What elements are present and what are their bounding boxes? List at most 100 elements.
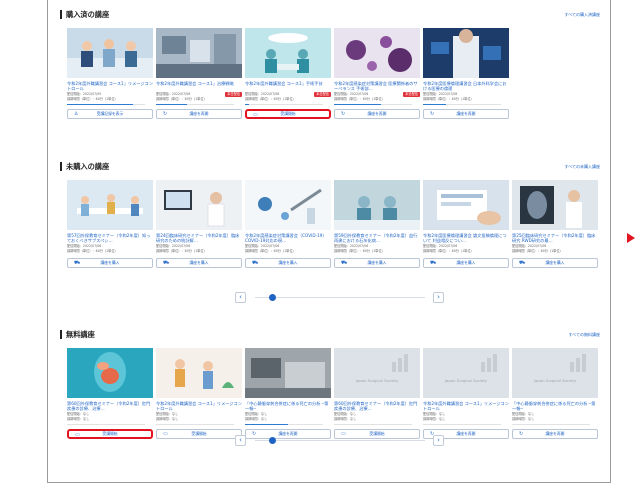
course-action-button[interactable]: ⛟ 講座を購入 [156,257,242,268]
course-title[interactable]: 令和2年度医療倫理講習会 論文投稿倫理について 利益相反につい… [423,233,509,244]
refresh-icon: ↻ [430,110,435,117]
course-title[interactable]: 「中心静脈穿刺合併症に係る死亡の分析 ─第一報─ [245,401,331,412]
cart-icon: ⛟ [341,259,348,266]
course-card[interactable]: 令和2年度医療倫理講習会 論文投稿倫理について 利益相反につい… 配信開始：202… [423,180,509,268]
course-thumbnail[interactable] [334,180,420,230]
course-title[interactable]: 令和2年度外職講習会 コース1」リメージコントロール [423,401,509,412]
course-title[interactable]: 令和2年度外職講習会 コース1」治療戦略 [156,81,242,92]
view-all-link[interactable]: すべての無料講座 [568,332,600,338]
course-credits: 講師時間（単位）：60分（1単位） [245,96,296,101]
course-title[interactable]: 令和2年度医療倫理講習会 日本外科学会における医療の倫理 [423,81,509,92]
course-thumbnail[interactable] [423,180,509,230]
purchased-section: 購入済の講座 すべての購入済講座令和2年度外職講習会 コース1」リメージコントロー… [60,10,600,119]
course-title[interactable]: 令和2年度感染症対策講習会（COVID-19）COVID-19対応の現… [245,233,331,244]
course-title[interactable]: 令和2年度外職講習会 コース1」リメージコントロール [156,401,242,412]
course-title[interactable]: 第60回外保教育セミナー（令和2年度）肛門疾患の診療、治療… [67,401,153,412]
course-thumbnail[interactable] [423,28,509,78]
course-card[interactable]: 第24回臨床研究セミナー（令和2年度）臨床研究のための統計解… 配信開始：2022… [156,180,242,268]
course-thumbnail[interactable] [67,180,153,230]
view-all-link[interactable]: すべての未購入講座 [564,164,600,170]
section-header: 購入済の講座 すべての購入済講座 [60,10,600,22]
course-action-button[interactable]: ⛟ 講座を購入 [512,257,598,268]
carousel-position-dot[interactable] [269,437,276,444]
carousel-scroll-track[interactable] [255,440,425,441]
course-credits: 講師時間（単位）：60分（1単位） [67,96,118,101]
cart-icon: ⛟ [430,259,437,266]
course-card[interactable]: Japan Surgical Society 「中心静脈穿刺合併症に係る死亡の分析… [512,348,598,439]
user-icon: ♙ [74,110,79,117]
course-credits: 講師時間（単位）：60分（1単位） [423,248,474,253]
course-card[interactable]: 第25回臨床研究セミナー（令和2年度）臨床研究 RWD研究の最… 配信開始：202… [512,180,598,268]
course-card[interactable]: 令和2年度外職講習会 コース1」リメージコントロール 配信開始：2022/07/0… [67,28,153,119]
next-arrow-button[interactable]: › [433,435,444,446]
course-card[interactable]: 令和2年度感染症対策講習会 医療関係者のサーベランス 手術部… 配信開始：2022… [334,28,420,119]
free-section: 無料講座 すべての無料講座 第60回外保教育セミナー（令和2年度）肛門疾患の診療、治… [60,330,600,446]
course-action-button[interactable]: ↻ 講座を再開 [334,108,420,119]
course-card[interactable]: 令和2年度外職講習会 コース1」治療戦略 配信開始：2022/07/06 本日配信講… [156,28,242,119]
carousel-position-dot[interactable] [269,294,276,301]
course-thumbnail[interactable] [245,348,331,398]
course-action-button[interactable]: ⛟ 講座を購入 [245,257,331,268]
course-action-button[interactable]: ♙ 受講記録を表示 [67,108,153,119]
section-title: 購入済の講座 [60,10,109,19]
course-title[interactable]: 第57回外保教育セミナー（令和2年度）知っておくべきサブスペシ… [67,233,153,244]
course-card[interactable]: Japan Surgical Society 令和2年度外職講習会 コース1」リメ… [423,348,509,439]
course-card[interactable]: Japan Surgical Society 第60回外保教育セミナー（令和2年度… [334,348,420,439]
course-title[interactable]: 令和2年度外職講習会 コース1」リメージコントロール [67,81,153,92]
course-title[interactable]: 令和2年度外職講習会 コース1」手術手技 [245,81,331,92]
course-card[interactable]: 「中心静脈穿刺合併症に係る死亡の分析 ─第一報─ 配信開始：なし 講師時間：なし ↻ 講… [245,348,331,439]
course-title[interactable]: 第25回臨床研究セミナー（令和2年度）臨床研究 RWD研究の最… [512,233,598,244]
course-thumbnail[interactable]: Japan Surgical Society [423,348,509,398]
course-thumbnail[interactable]: Japan Surgical Society [512,348,598,398]
course-action-button[interactable]: ▭ 受講開始 [245,108,331,119]
course-thumbnail[interactable] [156,180,242,230]
course-credits: 講師時間（単位）：60分（1単位） [156,96,207,101]
course-action-button[interactable]: ↻ 講座を再開 [156,108,242,119]
course-title[interactable]: 第60回外保教育セミナー（令和2年度）肛門疾患の診療、治療… [334,401,420,412]
course-credits: 講師時間：なし [67,416,90,421]
course-credits: 講師時間：なし [245,416,268,421]
progress-fill [245,103,249,105]
course-thumbnail[interactable] [334,28,420,78]
course-card[interactable]: 令和2年度感染症対策講習会（COVID-19）COVID-19対応の現… 配信開始… [245,180,331,268]
course-thumbnail[interactable] [67,28,153,78]
progress-fill [334,103,381,105]
view-all-link[interactable]: すべての購入済講座 [564,12,600,18]
unpurchased-section: 未購入の講座 すべての未購入講座 第57回外保教育セミナー（令和2年度）知っておくべ… [60,162,600,303]
course-card[interactable]: 令和2年度外職講習会 コース1」リメージコントロール 配信開始：なし 講師時間：なし… [156,348,242,439]
course-thumbnail[interactable] [156,28,242,78]
course-thumbnail[interactable] [245,28,331,78]
course-card-list: 第57回外保教育セミナー（令和2年度）知っておくべきサブスペシ… 配信開始：202… [60,180,600,290]
course-title[interactable]: 令和2年度感染症対策講習会 医療関係者のサーベランス 手術部… [334,81,420,92]
next-arrow-button[interactable]: › [433,292,444,303]
button-label: 講座を購入 [278,259,298,265]
course-action-button[interactable]: ⛟ 講座を購入 [67,257,153,268]
course-thumbnail[interactable] [245,180,331,230]
progress-bar [423,103,501,105]
course-thumbnail[interactable]: Japan Surgical Society [334,348,420,398]
course-card[interactable]: 第57回外保教育セミナー（令和2年度）知っておくべきサブスペシ… 配信開始：202… [67,180,153,268]
course-title[interactable]: 第59回外保教育セミナー（令和2年度）血行再建における石灰化病… [334,233,420,244]
course-action-button[interactable]: ↻ 講座を再開 [423,108,509,119]
placeholder-logo: Japan Surgical Society [533,378,577,383]
course-credits: 講師時間：なし [423,416,446,421]
prev-arrow-button[interactable]: ‹ [235,292,246,303]
course-card[interactable]: 第60回外保教育セミナー（令和2年度）肛門疾患の診療、治療… 配信開始：なし 講師時… [67,348,153,439]
progress-fill [67,103,134,105]
course-card[interactable]: 第59回外保教育セミナー（令和2年度）血行再建における石灰化病… 配信開始：202… [334,180,420,268]
course-thumbnail[interactable] [67,348,153,398]
cart-icon: ⛟ [519,259,526,266]
course-thumbnail[interactable] [156,348,242,398]
course-action-button[interactable]: ⛟ 講座を購入 [334,257,420,268]
course-action-button[interactable]: ⛟ 講座を購入 [423,257,509,268]
course-credits: 講師時間（単位）：60分（1単位） [67,248,118,253]
course-title[interactable]: 「中心静脈穿刺合併症に係る死亡の分析 ─第一報─ [512,401,598,412]
course-list-page: 購入済の講座 すべての購入済講座令和2年度外職講習会 コース1」リメージコントロー… [47,0,611,483]
progress-bar [245,103,323,105]
course-card[interactable]: 令和2年度医療倫理講習会 日本外科学会における医療の倫理 配信開始：2022/07… [423,28,509,119]
course-card[interactable]: 令和2年度外職講習会 コース1」手術手技 配信開始：2022/07/06 本日配信講… [245,28,331,119]
course-thumbnail[interactable] [512,180,598,230]
prev-arrow-button[interactable]: ‹ [235,435,246,446]
carousel-scroll-track[interactable] [255,297,425,298]
course-title[interactable]: 第24回臨床研究セミナー（令和2年度）臨床研究のための統計解… [156,233,242,244]
